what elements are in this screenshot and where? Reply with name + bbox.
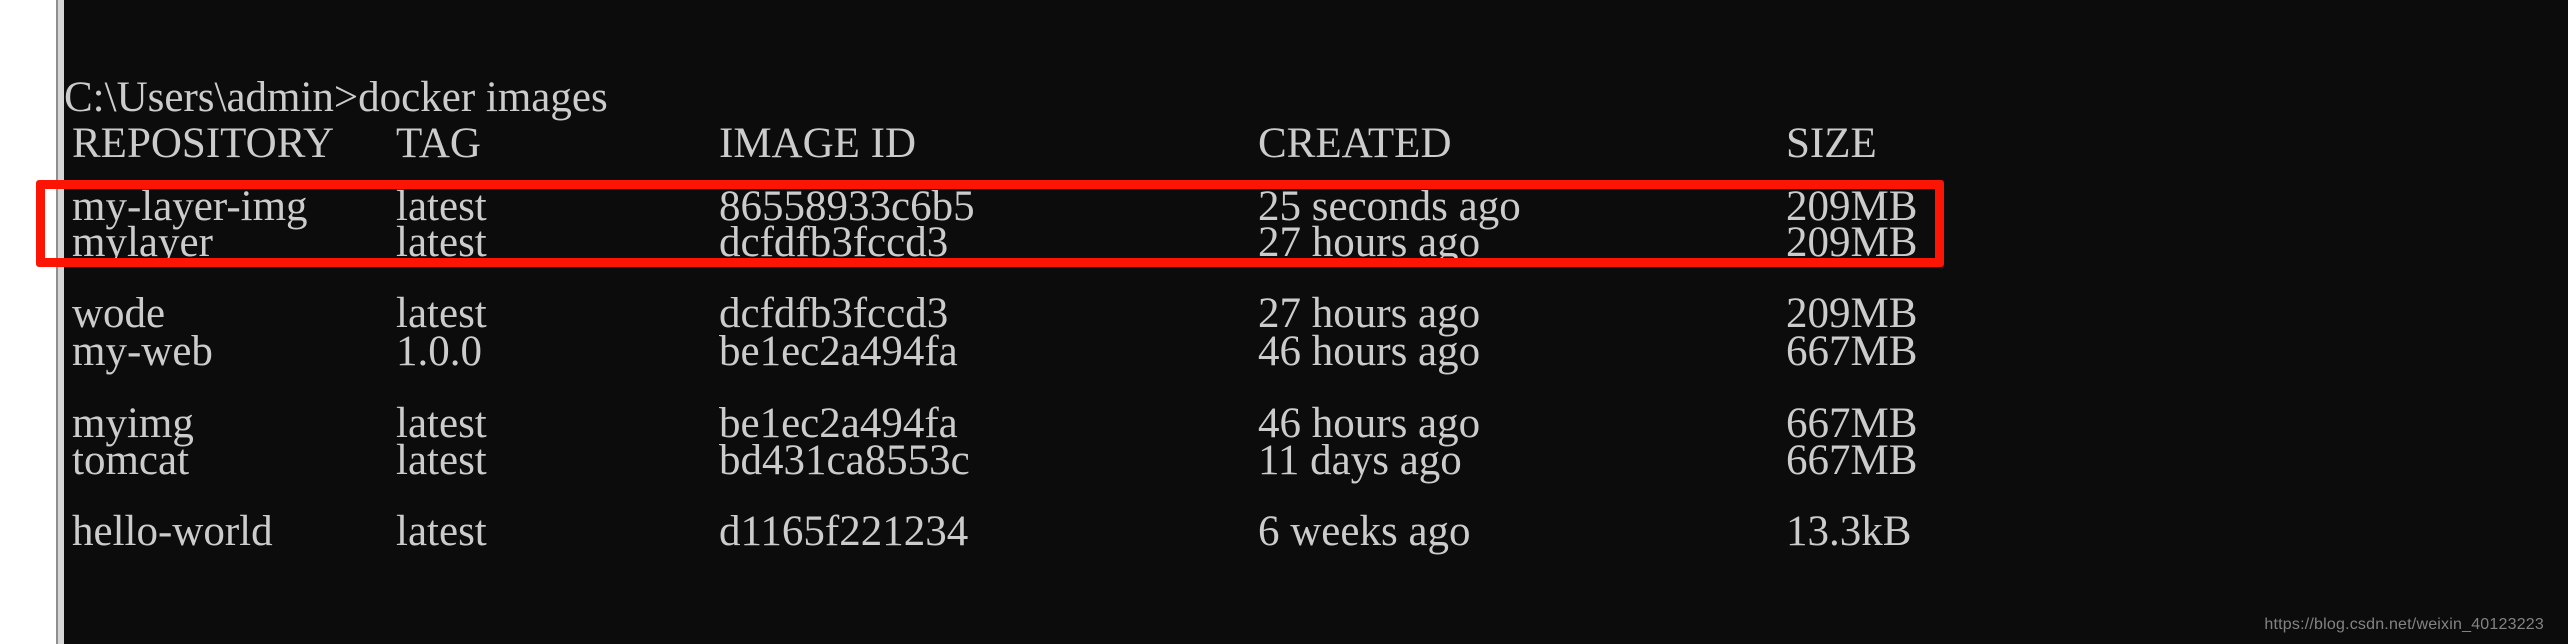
screenshot-root: C:\Users\admin>docker images REPOSITORY … xyxy=(0,0,2568,644)
column-header-tag: TAG xyxy=(396,120,481,167)
cell-size: 667MB xyxy=(1786,328,1918,375)
column-header-repository: REPOSITORY xyxy=(72,120,335,167)
cell-image-id: d1165f221234 xyxy=(719,508,969,555)
column-header-size: SIZE xyxy=(1786,120,1877,167)
cell-repository: tomcat xyxy=(72,437,190,484)
cell-tag: 1.0.0 xyxy=(396,328,482,375)
cell-image-id: dcfdfb3fccd3 xyxy=(719,219,949,266)
prompt-command-line: C:\Users\admin>docker images xyxy=(64,74,608,121)
table-row: hello-world latest d1165f221234 6 weeks … xyxy=(64,510,2568,553)
cell-tag: latest xyxy=(396,219,487,266)
cell-created: 27 hours ago xyxy=(1258,219,1481,266)
table-header-row: REPOSITORY TAG IMAGE ID CREATED SIZE xyxy=(64,122,2568,165)
cell-repository: hello-world xyxy=(72,508,273,555)
cell-size: 13.3kB xyxy=(1786,508,1912,555)
table-row: tomcat latest bd431ca8553c 11 days ago 6… xyxy=(64,439,2568,482)
column-header-image-id: IMAGE ID xyxy=(719,120,917,167)
cell-size: 209MB xyxy=(1786,219,1918,266)
table-row: mylayer latest dcfdfb3fccd3 27 hours ago… xyxy=(64,221,2568,264)
cell-size: 667MB xyxy=(1786,437,1918,484)
cell-tag: latest xyxy=(396,437,487,484)
cell-created: 46 hours ago xyxy=(1258,328,1481,375)
cell-repository: mylayer xyxy=(72,219,213,266)
table-row: my-web 1.0.0 be1ec2a494fa 46 hours ago 6… xyxy=(64,330,2568,373)
cell-repository: my-web xyxy=(72,328,213,375)
page-left-margin xyxy=(0,0,56,644)
command-prompt-console[interactable]: C:\Users\admin>docker images REPOSITORY … xyxy=(64,0,2568,644)
console-window-left-edge xyxy=(56,0,64,644)
cell-image-id: be1ec2a494fa xyxy=(719,328,958,375)
cell-image-id: bd431ca8553c xyxy=(719,437,970,484)
cell-tag: latest xyxy=(396,508,487,555)
cell-created: 6 weeks ago xyxy=(1258,508,1471,555)
cell-created: 11 days ago xyxy=(1258,437,1462,484)
blog-watermark: https://blog.csdn.net/weixin_40123223 xyxy=(2264,616,2544,633)
column-header-created: CREATED xyxy=(1258,120,1452,167)
